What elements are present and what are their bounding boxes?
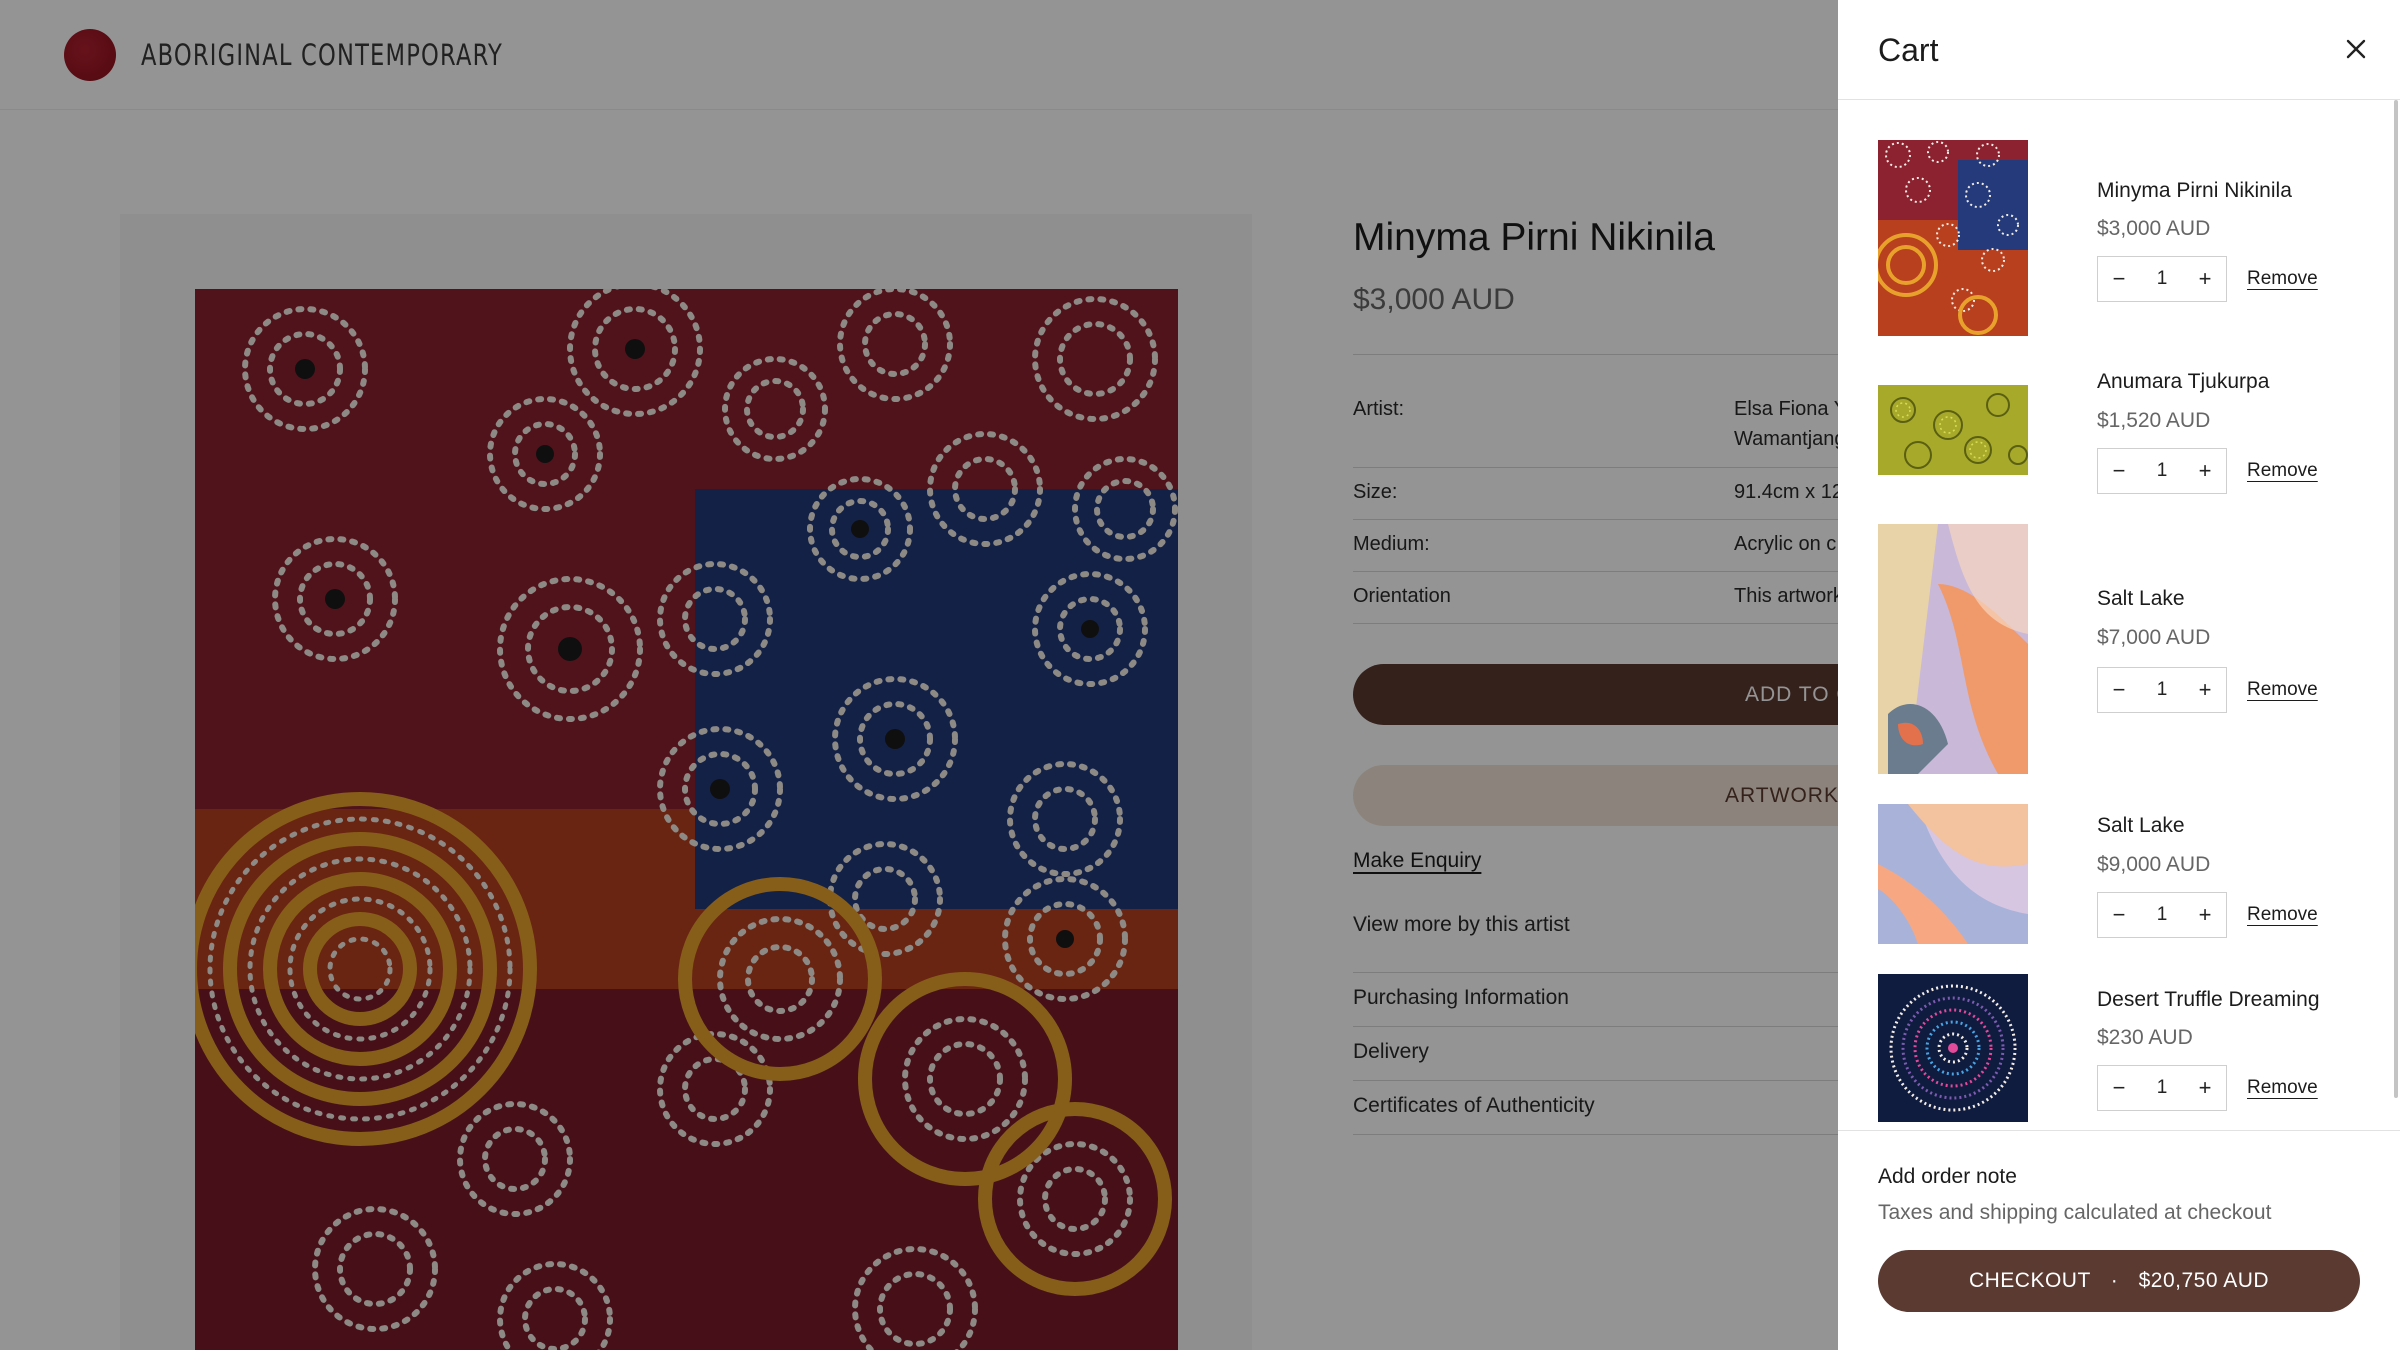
quantity-stepper: − 1 + (2097, 256, 2227, 302)
cart-item-name[interactable]: Minyma Pirni Nikinila (2097, 179, 2292, 203)
cart-item-price: $7,000 AUD (2097, 626, 2211, 649)
cart-item-price: $9,000 AUD (2097, 853, 2211, 876)
cart-item-price: $230 AUD (2097, 1026, 2193, 1049)
plus-icon[interactable]: + (2184, 893, 2226, 937)
cart-item-name[interactable]: Salt Lake (2097, 587, 2185, 611)
cart-item-price: $3,000 AUD (2097, 217, 2211, 240)
quantity-input[interactable]: 1 (2140, 449, 2184, 493)
plus-icon[interactable]: + (2184, 1066, 2226, 1110)
cart-item-name[interactable]: Desert Truffle Dreaming (2097, 988, 2320, 1012)
quantity-input[interactable]: 1 (2140, 1066, 2184, 1110)
minus-icon[interactable]: − (2098, 1066, 2140, 1110)
cart-item-thumbnail[interactable] (1878, 140, 2028, 336)
quantity-input[interactable]: 1 (2140, 257, 2184, 301)
quantity-stepper: − 1 + (2097, 667, 2227, 713)
close-icon[interactable] (2340, 33, 2372, 65)
cart-item-thumbnail[interactable] (1878, 974, 2028, 1122)
cart-header: Cart (1838, 0, 2400, 100)
quantity-stepper: − 1 + (2097, 1065, 2227, 1111)
minus-icon[interactable]: − (2098, 893, 2140, 937)
plus-icon[interactable]: + (2184, 449, 2226, 493)
checkout-label: CHECKOUT (1968, 1269, 2091, 1292)
remove-button[interactable]: Remove (2247, 460, 2318, 482)
cart-item-price: $1,520 AUD (2097, 409, 2211, 432)
quantity-stepper: − 1 + (2097, 892, 2227, 938)
checkout-separator: · (2110, 1269, 2119, 1292)
remove-button[interactable]: Remove (2247, 904, 2318, 926)
tax-shipping-note: Taxes and shipping calculated at checkou… (1878, 1201, 2272, 1224)
minus-icon[interactable]: − (2098, 668, 2140, 712)
remove-button[interactable]: Remove (2247, 1077, 2318, 1099)
checkout-button[interactable]: CHECKOUT · $20,750 AUD (1878, 1250, 2360, 1312)
checkout-total: $20,750 AUD (2138, 1269, 2270, 1292)
quantity-input[interactable]: 1 (2140, 893, 2184, 937)
cart-item-thumbnail[interactable] (1878, 385, 2028, 475)
cart-footer: Add order note Taxes and shipping calcul… (1838, 1130, 2400, 1350)
cart-item-thumbnail[interactable] (1878, 804, 2028, 944)
remove-button[interactable]: Remove (2247, 679, 2318, 701)
plus-icon[interactable]: + (2184, 668, 2226, 712)
cart-scrollbar[interactable] (2394, 100, 2398, 1098)
quantity-input[interactable]: 1 (2140, 668, 2184, 712)
remove-button[interactable]: Remove (2247, 268, 2318, 290)
plus-icon[interactable]: + (2184, 257, 2226, 301)
minus-icon[interactable]: − (2098, 257, 2140, 301)
minus-icon[interactable]: − (2098, 449, 2140, 493)
quantity-stepper: − 1 + (2097, 448, 2227, 494)
cart-drawer: Cart Minyma Pirni Nikinila $3,000 AUD − … (1838, 0, 2400, 1350)
cart-title: Cart (1878, 32, 1939, 68)
cart-item-thumbnail[interactable] (1878, 524, 2028, 774)
add-order-note-link[interactable]: Add order note (1878, 1165, 2017, 1189)
cart-item-name[interactable]: Salt Lake (2097, 814, 2185, 838)
cart-item-name[interactable]: Anumara Tjukurpa (2097, 370, 2269, 394)
